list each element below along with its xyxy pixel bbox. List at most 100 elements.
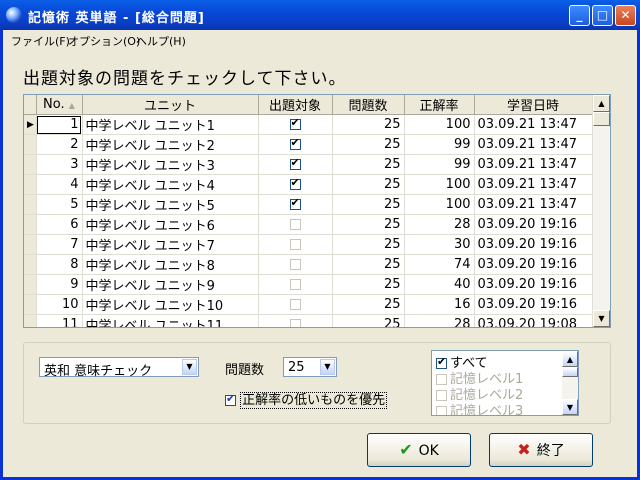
cell-target[interactable] [258, 274, 333, 295]
column-header-count[interactable]: 問題数 [332, 95, 405, 115]
cell-no[interactable]: 7 [36, 234, 83, 255]
column-header-date[interactable]: 学習日時 [474, 95, 593, 115]
scroll-up-arrow-icon[interactable]: ▲ [562, 351, 578, 367]
target-check-box[interactable] [289, 239, 301, 250]
target-check-box[interactable]: ✔ [289, 156, 301, 170]
cell-unit[interactable]: 中学レベル ユニット5 [82, 194, 259, 215]
count-select[interactable]: 25 ▼ [283, 357, 337, 377]
cell-date[interactable]: 03.09.21 13:47 [474, 174, 593, 195]
table-row[interactable]: 5 中学レベル ユニット5 ✔ 25 100 03.09.21 13:47 [24, 194, 593, 215]
cell-rate[interactable]: 40 [404, 274, 475, 295]
exit-button[interactable]: ✖ 終了 [489, 433, 593, 467]
cell-no[interactable]: 10 [36, 294, 83, 315]
cell-unit[interactable]: 中学レベル ユニット4 [82, 174, 259, 195]
cell-date[interactable]: 03.09.20 19:16 [474, 274, 593, 295]
cell-target[interactable] [258, 294, 333, 315]
cell-date[interactable]: 03.09.20 19:16 [474, 294, 593, 315]
cell-rate[interactable]: 16 [404, 294, 475, 315]
cell-count[interactable]: 25 [332, 154, 405, 175]
cell-rate[interactable]: 28 [404, 314, 475, 327]
scroll-thumb[interactable] [562, 367, 578, 377]
cell-unit[interactable]: 中学レベル ユニット6 [82, 214, 259, 235]
cell-rate[interactable]: 100 [404, 174, 475, 195]
menu-file[interactable]: ファイル(F) [11, 33, 70, 49]
cell-unit[interactable]: 中学レベル ユニット7 [82, 234, 259, 255]
target-check-box[interactable] [289, 319, 301, 327]
level-item-all[interactable]: ✔ すべて [436, 352, 488, 371]
cell-rate[interactable]: 100 [404, 194, 475, 215]
target-check-box[interactable] [289, 279, 301, 290]
cell-target[interactable]: ✔ [258, 174, 333, 195]
unit-grid[interactable]: No. ▲ ユニット 出題対象 問題数 正解率 学習日時 ▶ 1 中学レベル ユニッ… [23, 94, 611, 328]
row-indicator[interactable]: ▶ [24, 114, 37, 135]
cell-target[interactable]: ✔ [258, 114, 333, 135]
cell-count[interactable]: 25 [332, 134, 405, 155]
cell-no[interactable]: 11 [36, 314, 83, 327]
table-row[interactable]: 7 中学レベル ユニット7 25 30 03.09.20 19:16 [24, 234, 593, 255]
cell-date[interactable]: 03.09.21 13:47 [474, 134, 593, 155]
target-check-box[interactable] [289, 299, 301, 310]
column-header-rate[interactable]: 正解率 [404, 95, 475, 115]
row-indicator[interactable] [24, 174, 37, 195]
scroll-down-arrow-icon[interactable]: ▼ [593, 310, 610, 327]
ok-button[interactable]: ✔ OK [367, 433, 471, 467]
table-row[interactable]: 4 中学レベル ユニット4 ✔ 25 100 03.09.21 13:47 [24, 174, 593, 195]
table-row[interactable]: 8 中学レベル ユニット8 25 74 03.09.20 19:16 [24, 254, 593, 275]
cell-date[interactable]: 03.09.20 19:16 [474, 214, 593, 235]
scroll-thumb[interactable] [593, 112, 610, 126]
menu-help[interactable]: ヘルプ(H) [136, 33, 186, 49]
cell-date[interactable]: 03.09.21 13:47 [474, 154, 593, 175]
cell-target[interactable] [258, 234, 333, 255]
cell-no[interactable]: 6 [36, 214, 83, 235]
target-check-box[interactable]: ✔ [289, 116, 301, 130]
cell-unit[interactable]: 中学レベル ユニット9 [82, 274, 259, 295]
scroll-down-arrow-icon[interactable]: ▼ [562, 399, 578, 415]
grid-vertical-scrollbar[interactable]: ▲ ▼ [592, 95, 610, 327]
target-check-box[interactable]: ✔ [289, 196, 301, 210]
cell-no[interactable]: 8 [36, 254, 83, 275]
row-indicator[interactable] [24, 294, 37, 315]
cell-count[interactable]: 25 [332, 314, 405, 327]
cell-unit[interactable]: 中学レベル ユニット10 [82, 294, 259, 315]
target-check-box[interactable] [289, 219, 301, 230]
cell-unit[interactable]: 中学レベル ユニット1 [82, 114, 259, 135]
table-row[interactable]: 9 中学レベル ユニット9 25 40 03.09.20 19:16 [24, 274, 593, 295]
table-row[interactable]: 11 中学レベル ユニット11 25 28 03.09.20 19:08 [24, 314, 593, 327]
cell-count[interactable]: 25 [332, 194, 405, 215]
cell-date[interactable]: 03.09.20 19:08 [474, 314, 593, 327]
cell-count[interactable]: 25 [332, 274, 405, 295]
row-indicator[interactable] [24, 134, 37, 155]
maximize-button[interactable]: □ [592, 5, 613, 26]
cell-date[interactable]: 03.09.20 19:16 [474, 254, 593, 275]
cell-no[interactable]: 1 [36, 114, 83, 135]
column-header-unit[interactable]: ユニット [82, 95, 259, 115]
row-indicator[interactable] [24, 194, 37, 215]
memory-level-list[interactable]: ✔ すべて 記憶レベル1 記憶レベル2 記憶レベル3 ▲ ▼ [431, 350, 579, 416]
target-check-box[interactable]: ✔ [289, 176, 301, 190]
cell-target[interactable] [258, 214, 333, 235]
table-row[interactable]: 3 中学レベル ユニット3 ✔ 25 99 03.09.21 13:47 [24, 154, 593, 175]
cell-rate[interactable]: 74 [404, 254, 475, 275]
cell-target[interactable] [258, 314, 333, 327]
scroll-up-arrow-icon[interactable]: ▲ [593, 95, 610, 112]
cell-count[interactable]: 25 [332, 114, 405, 135]
cell-rate[interactable]: 99 [404, 154, 475, 175]
chevron-down-icon[interactable]: ▼ [182, 359, 197, 375]
app-globe-icon[interactable] [6, 7, 22, 23]
cell-unit[interactable]: 中学レベル ユニット2 [82, 134, 259, 155]
cell-count[interactable]: 25 [332, 214, 405, 235]
cell-date[interactable]: 03.09.21 13:47 [474, 114, 593, 135]
cell-date[interactable]: 03.09.21 13:47 [474, 194, 593, 215]
cell-target[interactable]: ✔ [258, 154, 333, 175]
cell-count[interactable]: 25 [332, 174, 405, 195]
table-row[interactable]: 10 中学レベル ユニット10 25 16 03.09.20 19:16 [24, 294, 593, 315]
row-indicator[interactable] [24, 254, 37, 275]
cell-rate[interactable]: 28 [404, 214, 475, 235]
row-indicator[interactable] [24, 214, 37, 235]
cell-unit[interactable]: 中学レベル ユニット8 [82, 254, 259, 275]
menu-options[interactable]: オプション(O) [68, 33, 140, 49]
cell-unit[interactable]: 中学レベル ユニット11 [82, 314, 259, 327]
cell-no[interactable]: 4 [36, 174, 83, 195]
target-check-box[interactable]: ✔ [289, 136, 301, 150]
cell-target[interactable]: ✔ [258, 194, 333, 215]
